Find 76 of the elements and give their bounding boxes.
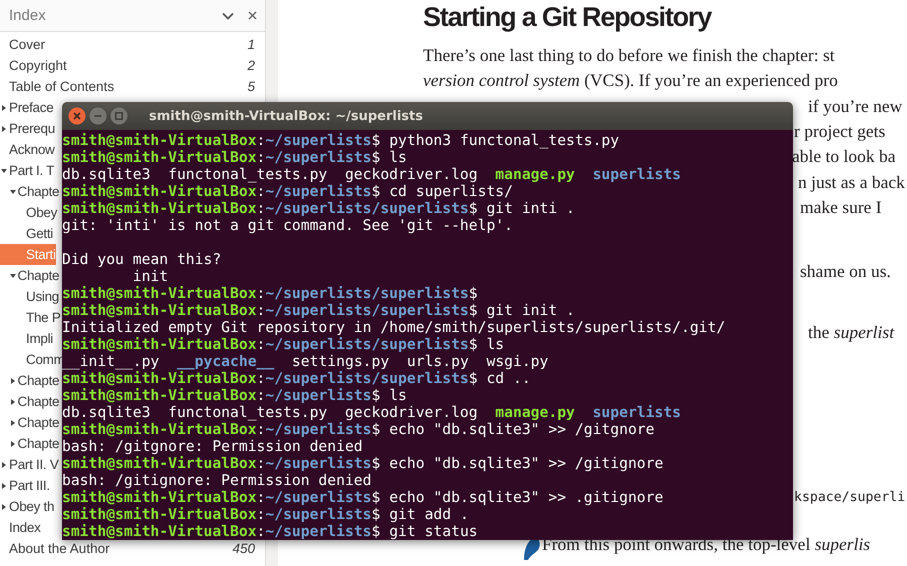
triangle-right-icon[interactable] xyxy=(1,504,7,510)
triangle-right-icon[interactable] xyxy=(10,398,16,404)
terminal-line: smith@smith-VirtualBox:~/superlists/superlists$ ls xyxy=(62,336,504,353)
outline-item[interactable]: Index xyxy=(0,517,41,538)
outline-item[interactable]: Chapte xyxy=(0,433,60,454)
outline-item[interactable]: Chapte xyxy=(0,412,60,433)
outline-item[interactable]: Chapte xyxy=(0,181,60,202)
terminal-line: Initialized empty Git repository in /home/smith/superlists/superlists/.git/ xyxy=(62,319,726,336)
terminal-line: smith@smith-VirtualBox:~/superlists$ python3 functonal_tests.py xyxy=(62,132,620,149)
triangle-right-icon[interactable] xyxy=(10,420,16,426)
outline-item[interactable]: Part I. T xyxy=(0,160,54,181)
outline-item[interactable]: Acknow xyxy=(0,139,54,160)
terminal-line: smith@smith-VirtualBox:~/superlists$ git status xyxy=(62,523,478,540)
code-text: kspace/superli xyxy=(794,489,906,507)
terminal-line: smith@smith-VirtualBox:~/superlists/superlists$ git init . xyxy=(62,302,575,319)
terminal-line: smith@smith-VirtualBox:~/superlists/superlists$ xyxy=(62,285,478,302)
body-text: shame on us. xyxy=(800,260,891,283)
outline-item[interactable]: Preface xyxy=(0,97,54,118)
terminal-line: __init__.py __pycache__ settings.py urls.py wsgi.py xyxy=(62,353,548,370)
body-text: the superlist xyxy=(808,321,894,344)
outline-item[interactable]: Getti xyxy=(0,223,54,244)
terminal-line: bash: /gitignore: Permission denied xyxy=(62,472,372,489)
body-text: if you’re new xyxy=(808,95,902,118)
terminal-line: smith@smith-VirtualBox:~/superlists/superlists$ git inti . xyxy=(62,200,575,217)
outline-item[interactable]: Prerequ xyxy=(0,118,55,139)
terminal-line: smith@smith-VirtualBox:~/superlists$ cd superlists/ xyxy=(62,183,513,200)
chevron-down-icon[interactable] xyxy=(222,12,234,20)
terminal-line: smith@smith-VirtualBox:~/superlists/superlists$ cd .. xyxy=(62,370,531,387)
triangle-down-icon[interactable] xyxy=(1,168,7,174)
outline-item[interactable]: Chapte xyxy=(0,265,60,286)
body-text: able to look ba xyxy=(792,145,896,168)
outline-item[interactable]: About the Author 450 xyxy=(0,538,265,559)
terminal-line: smith@smith-VirtualBox:~/superlists$ echo "db.sqlite3" >> /gitgnore xyxy=(62,421,654,438)
maximize-icon[interactable] xyxy=(110,107,128,125)
outline-item[interactable]: Using xyxy=(0,286,60,307)
terminal-line: init xyxy=(132,268,168,285)
outline-item[interactable]: Chapte xyxy=(0,391,60,412)
page-heading: Starting a Git Repository xyxy=(423,1,712,34)
triangle-right-icon[interactable] xyxy=(10,440,16,446)
outline-item[interactable]: Part III. xyxy=(0,475,50,496)
outline-item[interactable]: Chapte xyxy=(0,370,60,391)
window-title: smith@smith-VirtualBox: ~/superlists xyxy=(149,108,423,124)
triangle-right-icon[interactable] xyxy=(1,482,7,488)
triangle-right-icon[interactable] xyxy=(1,126,7,132)
outline-item[interactable]: The P xyxy=(0,307,61,328)
body-text: version control system (VCS). If you’re an experienced pro xyxy=(423,69,838,92)
terminal-line: smith@smith-VirtualBox:~/superlists$ ls xyxy=(62,149,407,166)
body-text: make sure I xyxy=(800,196,882,219)
body-text: There’s one last thing to do before we finish the chapter: st xyxy=(423,44,835,67)
triangle-right-icon[interactable] xyxy=(1,462,7,468)
outline-item[interactable]: Obey xyxy=(0,202,58,223)
outline-item[interactable]: Copyright 2 xyxy=(0,55,265,76)
triangle-right-icon[interactable] xyxy=(1,104,7,110)
terminal-line: bash: /gitgnore: Permission denied xyxy=(62,438,363,455)
outline-item[interactable]: Impli xyxy=(0,328,54,349)
terminal-line: git: 'inti' is not a git command. See 'git --help'. xyxy=(62,217,513,234)
outline-item[interactable]: Obey th xyxy=(0,496,54,517)
panel-title: Index xyxy=(9,7,47,24)
minimize-icon[interactable] xyxy=(89,107,107,125)
close-icon[interactable] xyxy=(248,11,257,20)
terminal-line: Did you mean this? xyxy=(62,251,222,268)
terminal-line: db.sqlite3 functonal_tests.py geckodriver.log manage.py superlists xyxy=(62,166,682,183)
terminal-line: smith@smith-VirtualBox:~/superlists$ echo "db.sqlite3" >> .gitignore xyxy=(62,489,664,506)
outline-item[interactable]: Table of Contents 5 xyxy=(0,76,265,97)
triangle-down-icon[interactable] xyxy=(10,272,16,278)
terminal-line: smith@smith-VirtualBox:~/superlists$ ls xyxy=(62,387,407,404)
outline-item[interactable]: Part II. V xyxy=(0,454,59,475)
outline-item[interactable]: Cover 1 xyxy=(0,34,265,55)
terminal-line: smith@smith-VirtualBox:~/superlists$ git add . xyxy=(62,506,469,523)
close-icon[interactable] xyxy=(68,107,86,125)
terminal-line: db.sqlite3 functonal_tests.py geckodriver.log manage.py superlists xyxy=(62,404,682,421)
body-text: r project gets xyxy=(794,120,886,143)
triangle-down-icon[interactable] xyxy=(10,188,16,194)
body-text: n just as a back xyxy=(798,171,905,194)
triangle-right-icon[interactable] xyxy=(10,378,16,384)
terminal-line: smith@smith-VirtualBox:~/superlists$ echo "db.sqlite3" >> /gitignore xyxy=(62,455,664,472)
